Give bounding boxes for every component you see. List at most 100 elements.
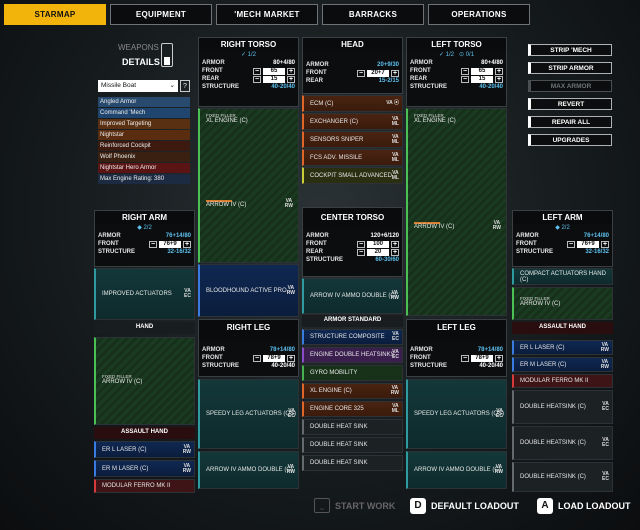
rear-label: REAR [202, 76, 220, 82]
right-arm-structure: 32-16/32 [167, 249, 191, 255]
center-torso-structure: 60-30/60 [375, 257, 399, 263]
mech-select[interactable]: Missile Boat ⌄ [98, 80, 178, 92]
center-torso-ammo-slot[interactable]: ARROW IV AMMO DOUBLE (C) VA RW [302, 278, 403, 314]
tab-operations[interactable]: OPERATIONS [428, 4, 530, 25]
structure-composite-slot[interactable]: STRUCTURE COMPOSITE VA EC [302, 329, 403, 345]
right-torso-heat: ✓ 1/2 [240, 52, 257, 58]
filter-list: Angled Armor Command 'Mech Improved Targ… [98, 97, 190, 185]
left-torso-front-stepper[interactable]: −65 + [461, 67, 503, 75]
weapons-details-toggle[interactable] [161, 43, 173, 67]
default-loadout-key-icon: D [410, 498, 426, 514]
right-torso-rear-stepper[interactable]: −15 + [253, 75, 295, 83]
right-arm-er-m-laser-slot[interactable]: ER M LASER (C) VA RW [94, 460, 195, 477]
filter-improved-targeting[interactable]: Improved Targeting [98, 119, 190, 129]
head-title: HEAD [303, 38, 402, 51]
right-leg-ammo-slot[interactable]: ARROW IV AMMO DOUBLE (C) VA RW [198, 451, 299, 489]
tab-barracks[interactable]: BARRACKS [322, 4, 424, 25]
left-torso-rear-stepper[interactable]: −15 + [461, 75, 503, 83]
filter-angled-armor[interactable]: Angled Armor [98, 97, 190, 107]
left-arm-front-stepper[interactable]: −76+9 + [567, 240, 609, 248]
left-arm-assault-hand-header: ASSAULT HAND [512, 322, 613, 334]
head-ecm-slot[interactable]: ECM (C) VA ⦿ [302, 95, 403, 112]
filter-wolf-phoenix[interactable]: Wolf Phoenix [98, 152, 190, 162]
right-torso-front-stepper[interactable]: −65 + [253, 67, 295, 75]
right-leg-armor: 78+14/80 [269, 347, 295, 353]
right-leg-structure: 40-20/40 [271, 363, 295, 369]
right-torso-structure: 40-20/40 [271, 84, 295, 90]
right-arm-front-stepper[interactable]: −76+9 + [149, 240, 191, 248]
right-leg-front-stepper[interactable]: −78+9 + [253, 354, 295, 362]
left-arm-actuators-slot[interactable]: COMPACT ACTUATORS HAND (C) [512, 268, 613, 285]
left-torso-armor: 80+4/80 [481, 60, 503, 66]
right-torso-armor: 80+4/80 [273, 60, 295, 66]
head-rear: 15-2/15 [378, 78, 399, 84]
head-panel: HEAD ARMOR 20+9/30 FRONT −20+7 + REAR 15-2/1… [302, 37, 403, 94]
head-sensors-slot[interactable]: SENSORS SNIPER VA ML [302, 131, 403, 148]
armor-standard-header: ARMOR STANDARD [302, 315, 403, 327]
front-label: FRONT [202, 68, 223, 74]
right-arm-actuators-slot[interactable]: IMPROVED ACTUATORS VA EC [94, 268, 195, 320]
engine-core-slot[interactable]: ENGINE CORE 325 VA ML [302, 401, 403, 417]
mech-select-value: Missile Boat [101, 82, 137, 89]
right-torso-bloodhound-slot[interactable]: BLOODHOUND ACTIVE PRO... VA RW [198, 264, 299, 317]
left-torso-engine-slot[interactable]: FIXED FILLER XL ENGINE (C) ARROW IV (C) VA… [406, 108, 507, 316]
repair-all-button[interactable]: REPAIR ALL [528, 116, 612, 128]
head-cockpit-slot[interactable]: COCKPIT SMALL ADVANCED VA ML [302, 167, 403, 184]
tab-equipment[interactable]: EQUIPMENT [110, 4, 212, 25]
tab-mech-market[interactable]: 'MECH MARKET [216, 4, 318, 25]
left-arm-title: LEFT ARM [513, 211, 612, 224]
double-heat-sink-slot-2[interactable]: DOUBLE HEAT SINK [302, 437, 403, 453]
help-button[interactable]: ? [180, 80, 190, 92]
gyro-mobility-slot[interactable]: GYRO MOBILITY [302, 365, 403, 381]
right-arm-ferro-slot[interactable]: MODULAR FERRO MK II [94, 479, 195, 493]
head-fcs-slot[interactable]: FCS ADV. MISSILE VA ML [302, 149, 403, 166]
left-arm-er-l-laser-slot[interactable]: ER L LASER (C) VA RW [512, 340, 613, 355]
left-arm-heatsink-slot-2[interactable]: DOUBLE HEATSINK (C) VA EC [512, 426, 613, 460]
left-leg-front-stepper[interactable]: −78+9 + [461, 354, 503, 362]
right-leg-title: RIGHT LEG [199, 320, 298, 340]
load-loadout-button[interactable]: LOAD LOADOUT [558, 501, 631, 511]
filter-reinforced-cockpit[interactable]: Reinforced Cockpit [98, 141, 190, 151]
center-torso-front-stepper[interactable]: −100 + [357, 240, 399, 248]
center-torso-armor: 120+6/120 [370, 233, 399, 239]
left-arm-heatsink-slot-1[interactable]: DOUBLE HEATSINK (C) VA EC [512, 390, 613, 424]
details-label: DETAILS [122, 57, 160, 67]
left-torso-title: LEFT TORSO [407, 38, 506, 51]
left-torso-structure: 40-20/40 [479, 84, 503, 90]
left-arm-ferro-slot[interactable]: MODULAR FERRO MK II [512, 374, 613, 388]
upgrades-button[interactable]: UPGRADES [528, 134, 612, 146]
strip-armor-button[interactable]: STRIP ARMOR [528, 62, 612, 74]
left-leg-actuators-slot[interactable]: SPEEDY LEG ACTUATORS (QS) VA EC [406, 379, 507, 449]
double-heat-sink-slot-1[interactable]: DOUBLE HEAT SINK [302, 419, 403, 435]
left-arm-panel: LEFT ARM ◆ 2/2 ARMOR 76+14/80 FRONT −76+9 +… [512, 210, 613, 267]
filter-nightstar[interactable]: Nightstar [98, 130, 190, 140]
center-torso-title: CENTER TORSO [303, 208, 402, 228]
double-heat-sink-slot-3[interactable]: DOUBLE HEAT SINK [302, 455, 403, 471]
left-torso-arrow-iv: ARROW IV (C) [414, 224, 455, 230]
head-armor: 20+9/30 [377, 62, 399, 68]
left-arm-filler-slot[interactable]: FIXED FILLER ARROW IV (C) [512, 287, 613, 320]
default-loadout-button[interactable]: DEFAULT LOADOUT [431, 501, 519, 511]
filter-nightstar-hero-armor[interactable]: Nightstar Hero Armor [98, 163, 190, 173]
start-work-button[interactable]: START WORK [335, 501, 395, 511]
xl-engine-slot[interactable]: XL ENGINE (C) VA RW [302, 383, 403, 399]
center-torso-rear-stepper[interactable]: −20 + [357, 248, 399, 256]
engine-double-heatsinks-slot[interactable]: ENGINE DOUBLE HEATSINKS VA EC [302, 347, 403, 363]
left-arm-er-m-laser-slot[interactable]: ER M LASER (C) VA RW [512, 357, 613, 372]
left-leg-ammo-slot[interactable]: ARROW IV AMMO DOUBLE (C) VA RW [406, 451, 507, 489]
left-arm-heatsink-slot-3[interactable]: DOUBLE HEATSINK (C) VA EC [512, 462, 613, 492]
head-exchanger-slot[interactable]: EXCHANGER (C) VA ML [302, 113, 403, 130]
strip-mech-button[interactable]: STRIP 'MECH [528, 44, 612, 56]
right-leg-actuators-slot[interactable]: SPEEDY LEG ACTUATORS (QS) VA EC [198, 379, 299, 449]
right-arm-hand-slot[interactable]: FIXED FILLER ARROW IV (C) [94, 337, 195, 425]
right-arm-assault-hand-header: ASSAULT HAND [94, 427, 195, 439]
max-armor-button[interactable]: MAX ARMOR [528, 80, 612, 92]
right-torso-engine-slot[interactable]: FIXED FILLER XL ENGINE (C) ARROW IV (C) VA… [198, 108, 299, 263]
structure-label: STRUCTURE [202, 84, 239, 90]
revert-button[interactable]: REVERT [528, 98, 612, 110]
right-arm-er-l-laser-slot[interactable]: ER L LASER (C) VA RW [94, 441, 195, 458]
filter-command-mech[interactable]: Command 'Mech [98, 108, 190, 118]
va-rw-icon: VA RW [284, 198, 293, 209]
head-front-stepper[interactable]: −20+7 + [357, 69, 399, 77]
tab-starmap[interactable]: STARMAP [4, 4, 106, 25]
